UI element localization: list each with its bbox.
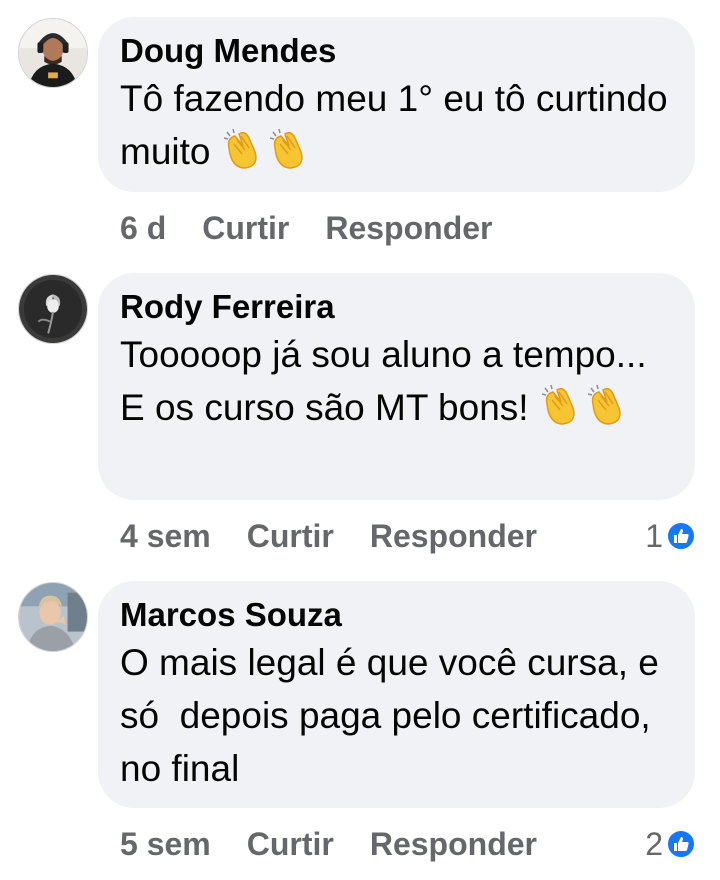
thumbs-up-icon bbox=[666, 521, 696, 551]
like-button[interactable]: Curtir bbox=[202, 210, 289, 247]
comment-text: Tô fazendo meu 1° eu tô curtindo muito bbox=[120, 70, 673, 178]
reaction-count-value: 1 bbox=[645, 517, 663, 554]
avatar[interactable] bbox=[18, 18, 88, 88]
comment-bubble: Doug Mendes Tô fazendo meu 1° eu tô curt… bbox=[98, 17, 695, 192]
reaction-count[interactable]: 1 bbox=[645, 516, 696, 556]
comments-feed: Doug Mendes Tô fazendo meu 1° eu tô curt… bbox=[0, 0, 720, 880]
comment-actions: 6 d Curtir Responder bbox=[120, 208, 492, 248]
comment-body: O mais legal é que você cursa, e só depo… bbox=[120, 642, 670, 789]
clapping-hands-icon bbox=[221, 126, 267, 172]
reaction-count[interactable]: 2 bbox=[645, 824, 696, 864]
reaction-count-value: 2 bbox=[645, 825, 663, 862]
avatar[interactable] bbox=[18, 274, 88, 344]
comment-text: O mais legal é que você cursa, e só depo… bbox=[120, 634, 673, 795]
like-button[interactable]: Curtir bbox=[247, 518, 334, 555]
avatar-photo-icon bbox=[19, 583, 87, 651]
comment-bubble: Rody Ferreira Tooooop já sou aluno a tem… bbox=[98, 273, 695, 500]
comment-bubble: Marcos Souza O mais legal é que você cur… bbox=[98, 581, 695, 808]
avatar-photo-icon bbox=[19, 19, 87, 87]
comment-author[interactable]: Rody Ferreira bbox=[120, 273, 673, 326]
reply-button[interactable]: Responder bbox=[370, 826, 537, 863]
clapping-hands-icon bbox=[585, 382, 631, 428]
clapping-hands-icon bbox=[539, 382, 585, 428]
avatar[interactable] bbox=[18, 582, 88, 652]
comment-body: Tô fazendo meu 1° eu tô curtindo muito bbox=[120, 78, 668, 172]
clapping-hands-icon bbox=[267, 126, 313, 172]
like-button[interactable]: Curtir bbox=[247, 826, 334, 863]
comment-author[interactable]: Doug Mendes bbox=[120, 17, 673, 70]
comment-timestamp[interactable]: 4 sem bbox=[120, 518, 211, 555]
comment-timestamp[interactable]: 6 d bbox=[120, 210, 166, 247]
comment-text: Tooooop já sou aluno a tempo... E os cur… bbox=[120, 326, 673, 434]
comment-actions: 4 sem Curtir Responder bbox=[120, 516, 537, 556]
comment-timestamp[interactable]: 5 sem bbox=[120, 826, 211, 863]
comment-actions: 5 sem Curtir Responder bbox=[120, 824, 537, 864]
reply-button[interactable]: Responder bbox=[370, 518, 537, 555]
thumbs-up-icon bbox=[666, 829, 696, 859]
reply-button[interactable]: Responder bbox=[325, 210, 492, 247]
comment-author[interactable]: Marcos Souza bbox=[120, 581, 673, 634]
avatar-photo-icon bbox=[19, 275, 87, 343]
